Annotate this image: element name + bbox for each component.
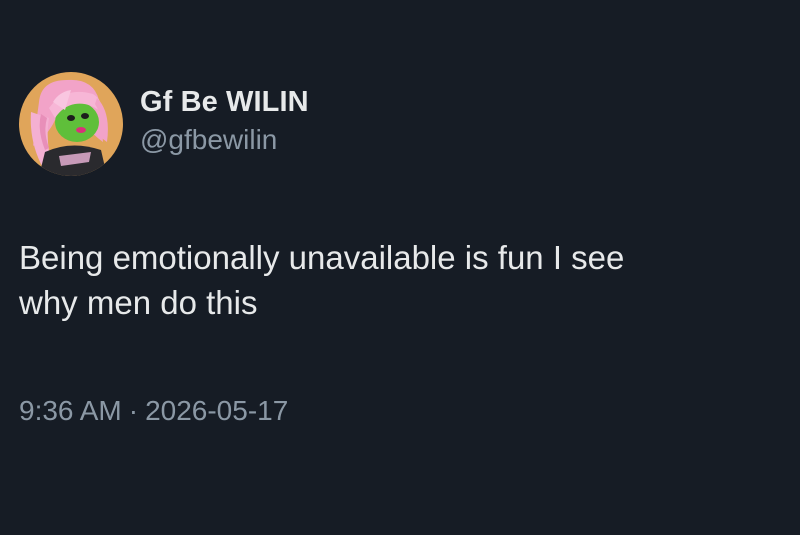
tweet-timestamp[interactable]: 9:36 AM · 2026-05-17 <box>19 393 288 429</box>
user-handle[interactable]: @gfbewilin <box>140 122 309 158</box>
separator-dot: · <box>128 395 139 426</box>
tweet-header: Gf Be WILIN @gfbewilin <box>19 72 309 176</box>
tweet-card: Gf Be WILIN @gfbewilin Being emotionally… <box>0 0 800 535</box>
author-names: Gf Be WILIN @gfbewilin <box>140 84 309 158</box>
tweet-date: 2026-05-17 <box>145 395 289 426</box>
avatar[interactable] <box>19 72 123 176</box>
cartoon-avatar-icon <box>19 72 123 176</box>
tweet-text: Being emotionally unavailable is fun I s… <box>19 239 625 321</box>
display-name[interactable]: Gf Be WILIN <box>140 84 309 120</box>
tweet-time: 9:36 AM <box>19 395 122 426</box>
